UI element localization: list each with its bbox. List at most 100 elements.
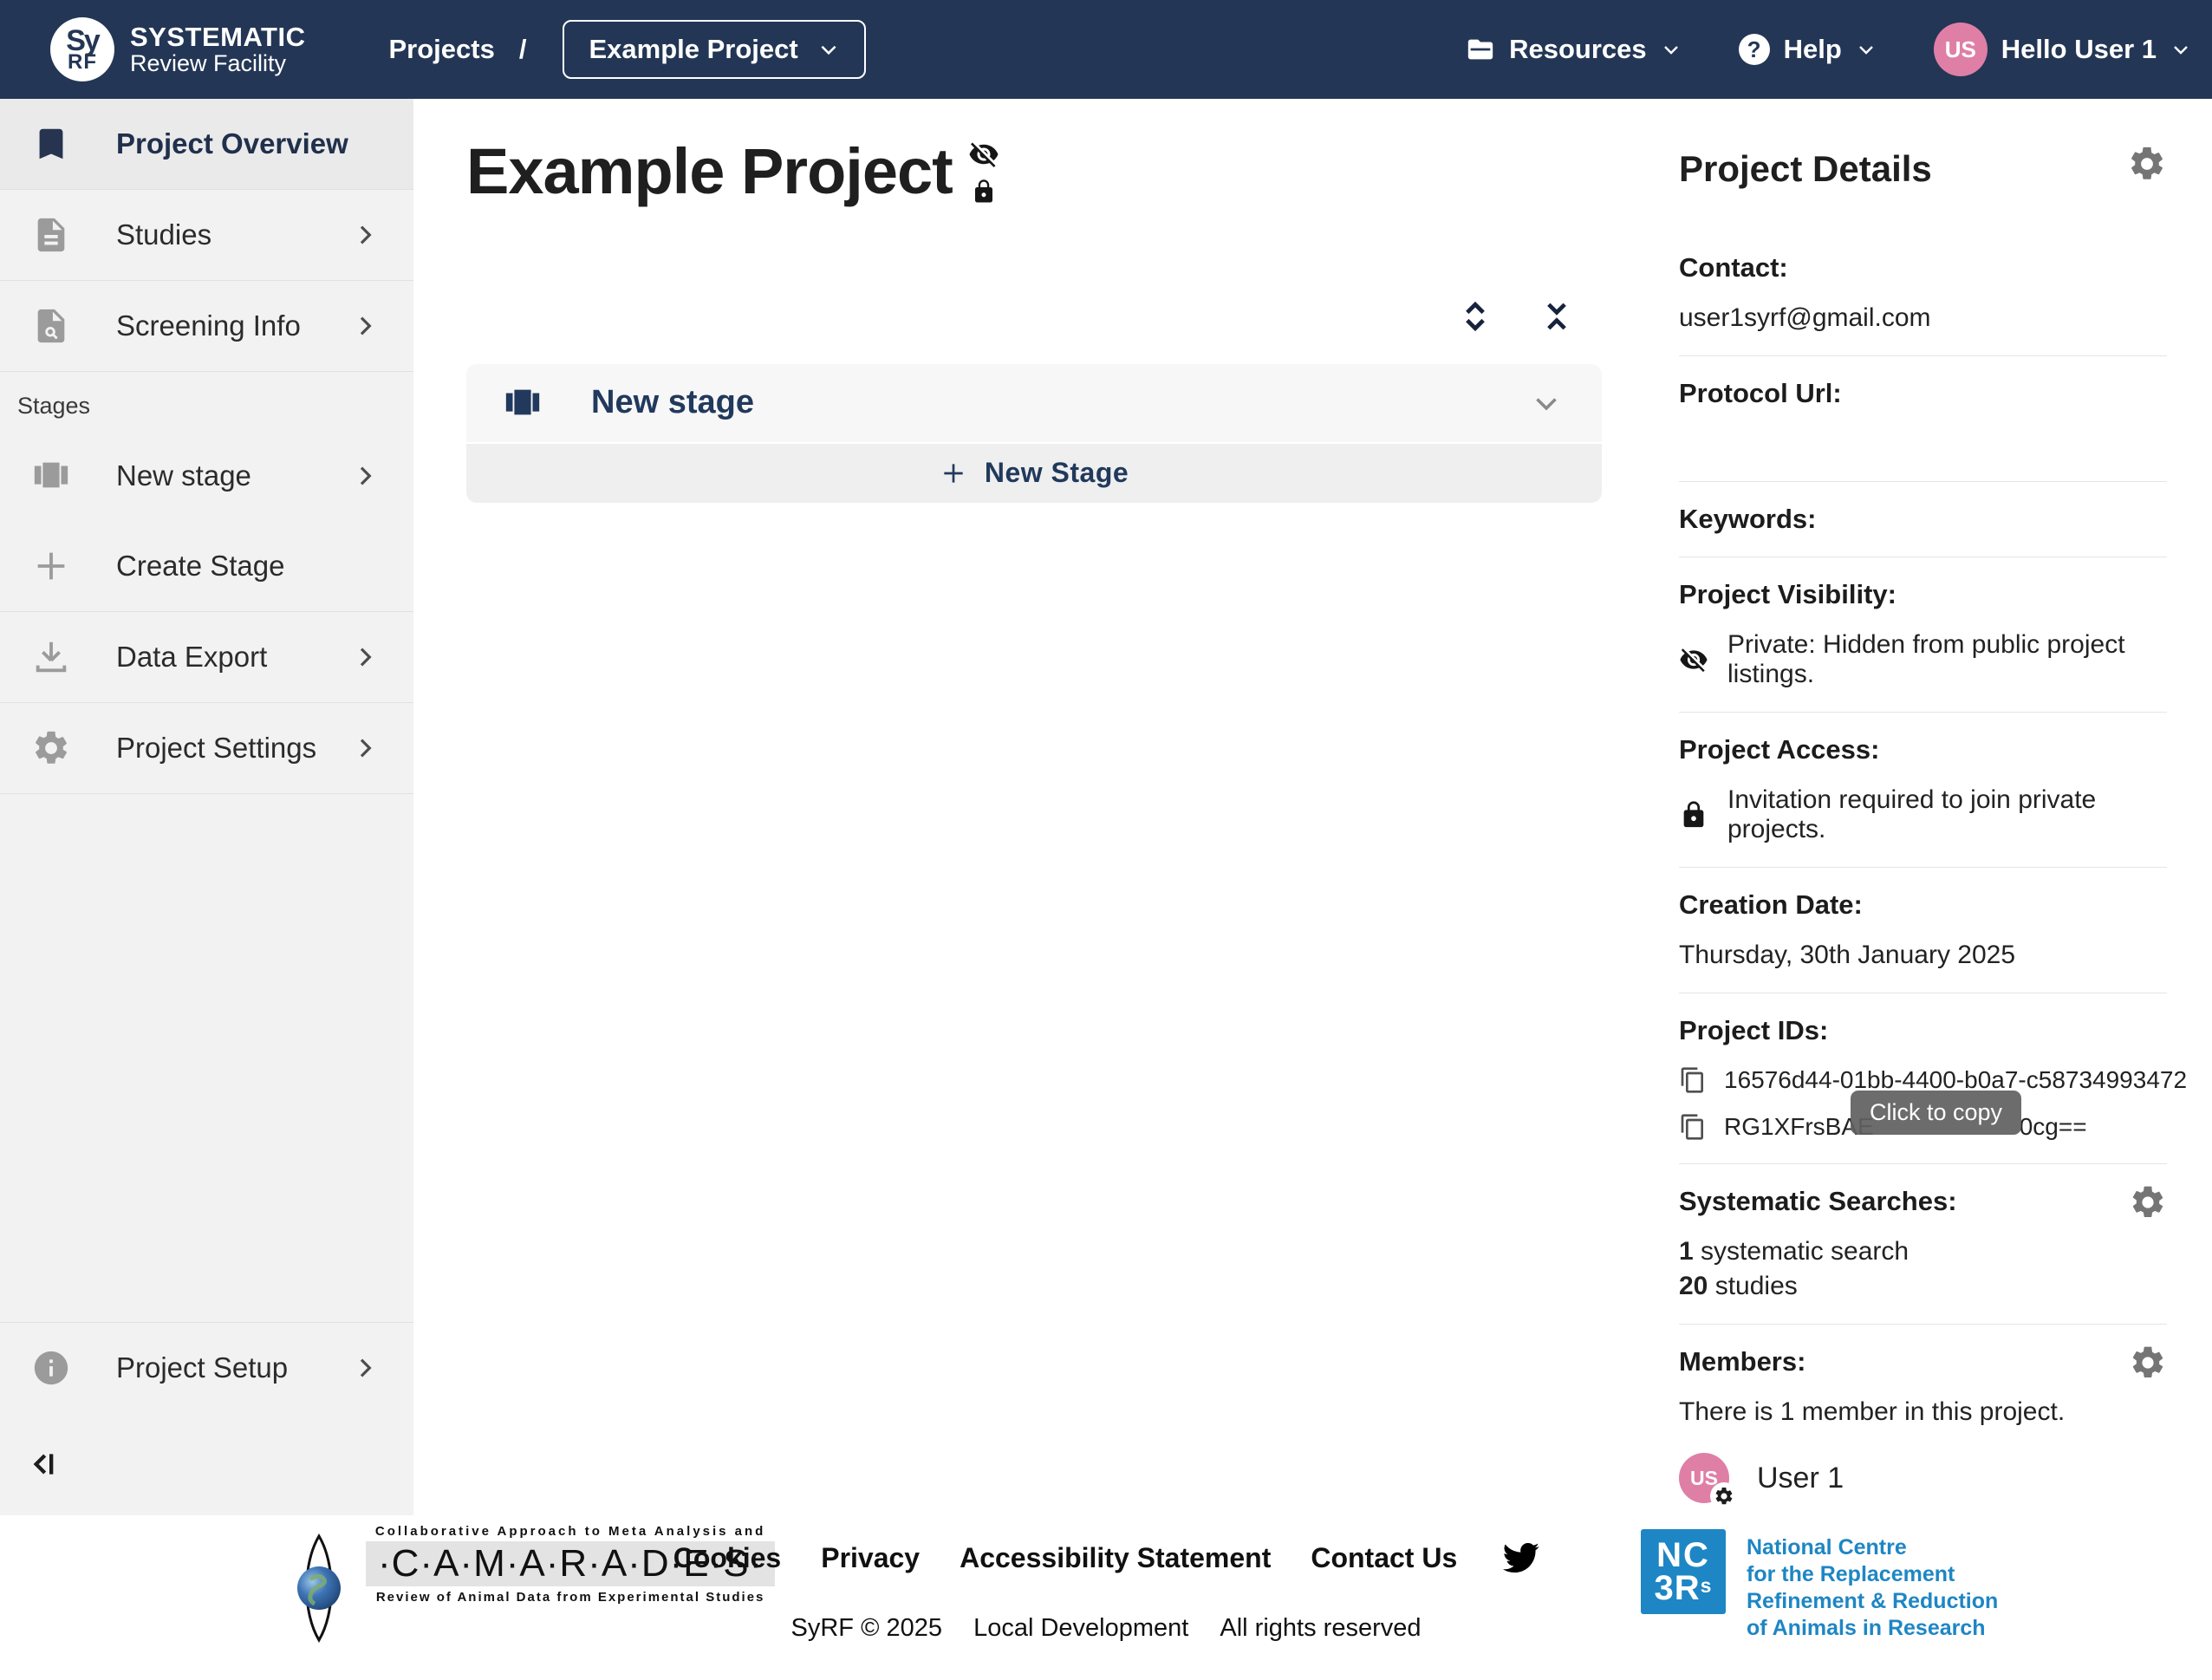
- breadcrumb-projects-link[interactable]: Projects: [389, 34, 495, 65]
- project-selector-dropdown[interactable]: Example Project: [563, 20, 865, 79]
- collapse-sidebar-icon[interactable]: [26, 1447, 61, 1481]
- add-new-stage-button[interactable]: New Stage: [466, 444, 1602, 503]
- copy-icon: [1679, 1113, 1707, 1141]
- sidebar-item-project-settings[interactable]: Project Settings: [0, 703, 413, 794]
- sidebar-item-project-overview[interactable]: Project Overview: [0, 99, 413, 190]
- sidebar-item-studies[interactable]: Studies: [0, 190, 413, 281]
- resources-menu[interactable]: Resources: [1466, 34, 1682, 65]
- project-selector-label: Example Project: [589, 34, 797, 65]
- member-name: User 1: [1757, 1462, 1844, 1495]
- gear-icon: [31, 728, 71, 768]
- protocol-url-section: Protocol Url:: [1679, 356, 2167, 482]
- chevron-down-icon: [1531, 387, 1562, 419]
- page-title: Example Project: [466, 133, 953, 211]
- sidebar-item-label: Create Stage: [116, 550, 284, 583]
- environment-text: Local Development: [973, 1614, 1188, 1642]
- sidebar-item-label: Project Setup: [116, 1351, 288, 1384]
- visibility-label: Project Visibility:: [1679, 580, 2167, 609]
- rights-text: All rights reserved: [1220, 1614, 1421, 1642]
- sidebar-spacer: [0, 794, 413, 1322]
- lock-icon: [971, 179, 997, 205]
- sidebar-item-label: Project Settings: [116, 732, 316, 765]
- footer-link-contact[interactable]: Contact Us: [1311, 1542, 1457, 1574]
- creation-date-label: Creation Date:: [1679, 890, 2167, 920]
- project-details-panel: Project Details Contact: user1syrf@gmail…: [1679, 99, 2212, 1515]
- user-menu[interactable]: US Hello User 1: [1934, 23, 2191, 76]
- visibility-value: Private: Hidden from public project list…: [1727, 630, 2167, 689]
- creation-date-value: Thursday, 30th January 2025: [1679, 941, 2167, 970]
- chevron-right-icon: [351, 1354, 379, 1382]
- access-value: Invitation required to join private proj…: [1727, 785, 2167, 844]
- project-ids-label: Project IDs:: [1679, 1016, 2167, 1045]
- stage-carousel-icon: [31, 456, 71, 496]
- syrf-logo-icon: Sy RF: [50, 17, 114, 81]
- contact-section: Contact: user1syrf@gmail.com: [1679, 231, 2167, 356]
- contact-value: user1syrf@gmail.com: [1679, 303, 2167, 333]
- help-menu[interactable]: ? Help: [1739, 34, 1877, 65]
- folder-icon: [1466, 35, 1495, 64]
- copyright-text: SyRF © 2025: [791, 1614, 943, 1642]
- sidebar-collapse-row: [0, 1413, 413, 1515]
- searches-gear-icon[interactable]: [2129, 1183, 2167, 1221]
- members-gear-icon[interactable]: [2129, 1344, 2167, 1382]
- member-avatar: US: [1679, 1453, 1729, 1503]
- stage-panel-title: New stage: [591, 384, 754, 421]
- document-icon: [31, 215, 71, 255]
- expand-all-icon[interactable]: [1456, 297, 1494, 335]
- sidebar-item-label: Project Overview: [116, 127, 348, 160]
- visibility-off-icon: [968, 139, 999, 170]
- copy-tooltip: Click to copy: [1851, 1091, 2021, 1135]
- app-logo[interactable]: Sy RF SYSTEMATIC Review Facility: [50, 17, 306, 81]
- project-ids-section: Project IDs: 16576d44-01bb-4400-b0a7-c58…: [1679, 993, 2167, 1164]
- sidebar-item-project-setup[interactable]: Project Setup: [0, 1322, 413, 1413]
- sidebar: Project Overview Studies Screening Info …: [0, 99, 413, 1515]
- sidebar-item-label: Data Export: [116, 641, 267, 674]
- logo-monogram-bottom: RF: [68, 52, 97, 73]
- systematic-searches-label: Systematic Searches:: [1679, 1187, 2167, 1216]
- nc3rs-square-icon: NC 3Rs: [1641, 1529, 1726, 1614]
- searches-count-row: 1 systematic search: [1679, 1237, 2167, 1267]
- twitter-icon[interactable]: [1502, 1540, 1539, 1576]
- footer-link-privacy[interactable]: Privacy: [821, 1542, 920, 1574]
- help-label: Help: [1784, 34, 1842, 65]
- access-label: Project Access:: [1679, 735, 2167, 765]
- stage-panel-header[interactable]: New stage: [466, 364, 1602, 442]
- stages-section-label: Stages: [17, 393, 413, 420]
- footer-link-accessibility[interactable]: Accessibility Statement: [960, 1542, 1271, 1574]
- breadcrumb-separator: /: [519, 34, 527, 65]
- plus-icon: [940, 459, 967, 487]
- sidebar-item-create-stage[interactable]: Create Stage: [0, 521, 413, 612]
- user-greeting: Hello User 1: [2001, 34, 2157, 65]
- sidebar-item-data-export[interactable]: Data Export: [0, 612, 413, 703]
- collapse-all-icon[interactable]: [1538, 297, 1576, 335]
- top-navbar: Sy RF SYSTEMATIC Review Facility Project…: [0, 0, 2212, 99]
- sidebar-item-new-stage[interactable]: New stage: [0, 430, 413, 521]
- chevron-down-icon: [1661, 39, 1682, 60]
- resources-label: Resources: [1509, 34, 1647, 65]
- chevron-down-icon: [2170, 39, 2191, 60]
- brand-subtitle: Review Facility: [130, 51, 306, 75]
- bookmark-icon: [31, 124, 71, 164]
- document-search-icon: [31, 306, 71, 346]
- plus-icon: [31, 546, 71, 586]
- contact-label: Contact:: [1679, 253, 2167, 283]
- footer: Collaborative Approach to Meta Analysis …: [0, 1515, 2212, 1680]
- studies-count-row: 20 studies: [1679, 1272, 2167, 1301]
- nc3rs-logo[interactable]: NC 3Rs National Centre for the Replaceme…: [1641, 1529, 1998, 1642]
- add-new-stage-label: New Stage: [985, 457, 1129, 489]
- project-details-heading: Project Details: [1679, 147, 2167, 191]
- members-summary: There is 1 member in this project.: [1679, 1397, 2167, 1427]
- lock-icon: [1679, 800, 1708, 830]
- project-details-gear-icon[interactable]: [2127, 144, 2167, 184]
- stage-fold-controls: [466, 297, 1576, 335]
- chevron-down-icon: [817, 38, 840, 61]
- chevron-down-icon: [1856, 39, 1877, 60]
- chevron-right-icon: [351, 462, 379, 490]
- member-settings-badge[interactable]: [1710, 1482, 1738, 1510]
- project-id-row[interactable]: RG1XFrsBAE0cg== Click to copy: [1679, 1113, 2167, 1141]
- chevron-right-icon: [351, 643, 379, 671]
- footer-link-cookies[interactable]: Cookies: [673, 1542, 781, 1574]
- brand-name: SYSTEMATIC: [130, 23, 306, 52]
- sidebar-item-screening-info[interactable]: Screening Info: [0, 281, 413, 372]
- chevron-right-icon: [351, 221, 379, 249]
